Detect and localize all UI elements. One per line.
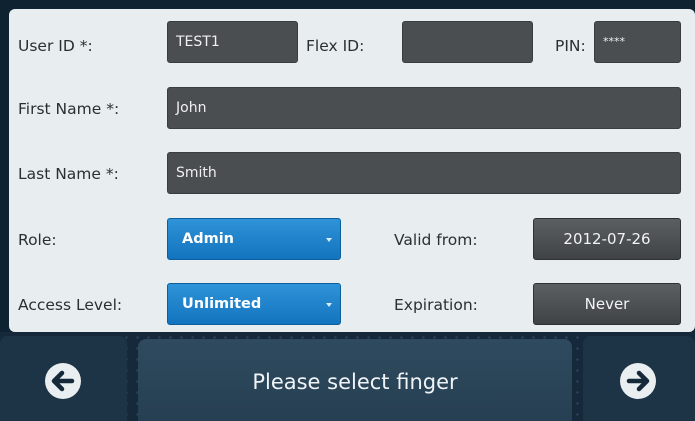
arrow-right-icon[interactable] [620,363,656,399]
valid-from-button[interactable]: 2012-07-26 [533,218,681,260]
first-name-label: First Name *: [18,100,120,118]
first-name-field[interactable]: John [167,87,681,129]
arrow-left-icon[interactable] [45,363,81,399]
next-panel[interactable] [583,336,695,421]
access-level-select-value: Unlimited [182,296,262,312]
finger-prompt: Please select finger [138,339,572,421]
flex-id-label: Flex ID: [306,37,365,55]
user-form-panel: User ID *: TEST1 Flex ID: PIN: **** Firs… [9,9,695,332]
role-label: Role: [18,231,57,249]
role-select-value: Admin [182,231,235,247]
user-id-field[interactable]: TEST1 [167,21,298,63]
flex-id-field[interactable] [402,21,533,63]
back-panel[interactable] [0,336,127,421]
chevron-down-icon [326,238,332,242]
access-level-select[interactable]: Unlimited [167,283,341,325]
valid-from-label: Valid from: [394,231,478,249]
expiration-label: Expiration: [394,296,478,314]
access-level-label: Access Level: [18,296,123,314]
last-name-field[interactable]: Smith [167,152,681,194]
last-name-label: Last Name *: [18,165,119,183]
pin-field[interactable]: **** [594,21,681,63]
pin-label: PIN: [555,37,586,55]
expiration-button[interactable]: Never [533,283,681,325]
user-id-label: User ID *: [18,37,93,55]
chevron-down-icon [326,303,332,307]
role-select[interactable]: Admin [167,218,341,260]
